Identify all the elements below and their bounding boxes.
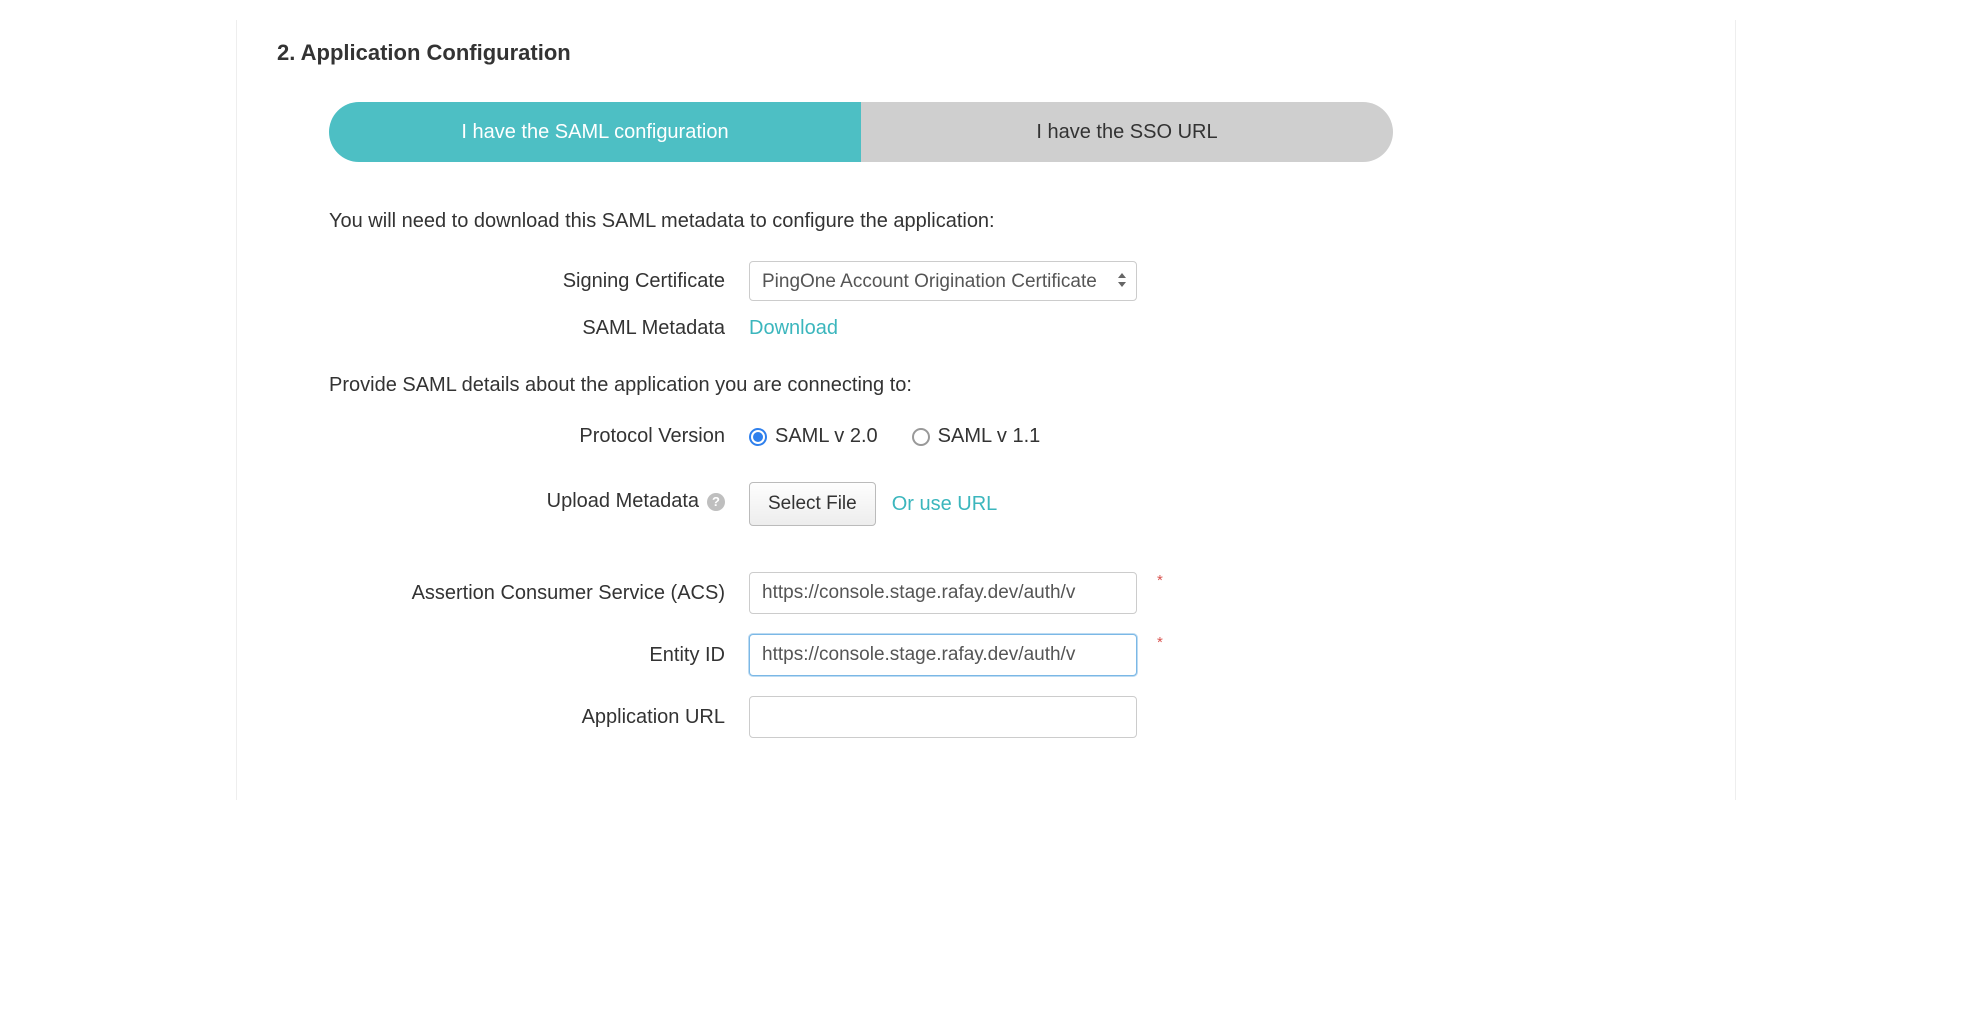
label-signing-certificate: Signing Certificate xyxy=(329,270,749,293)
radio-label-saml-v11: SAML v 1.1 xyxy=(938,425,1041,448)
label-protocol-version: Protocol Version xyxy=(329,425,749,448)
row-acs: Assertion Consumer Service (ACS) * xyxy=(329,572,1695,614)
radio-icon-unchecked xyxy=(912,428,930,446)
or-use-url-link[interactable]: Or use URL xyxy=(892,493,998,516)
label-entity-id: Entity ID xyxy=(329,644,749,667)
radio-saml-v11[interactable]: SAML v 1.1 xyxy=(912,425,1041,448)
row-upload-metadata: Upload Metadata ? Select File Or use URL xyxy=(329,482,1695,526)
entity-id-input[interactable] xyxy=(749,634,1137,676)
label-application-url: Application URL xyxy=(329,706,749,729)
tab-sso-url[interactable]: I have the SSO URL xyxy=(861,102,1393,162)
row-entity-id: Entity ID * xyxy=(329,634,1695,676)
row-application-url: Application URL xyxy=(329,696,1695,738)
acs-input[interactable] xyxy=(749,572,1137,614)
label-acs: Assertion Consumer Service (ACS) xyxy=(329,582,749,605)
download-link[interactable]: Download xyxy=(749,317,838,340)
label-saml-metadata: SAML Metadata xyxy=(329,317,749,340)
config-mode-tabs: I have the SAML configuration I have the… xyxy=(329,102,1695,162)
radio-label-saml-v2: SAML v 2.0 xyxy=(775,425,878,448)
required-marker: * xyxy=(1157,634,1163,651)
instruction-provide-details: Provide SAML details about the applicati… xyxy=(329,374,1695,397)
label-upload-metadata: Upload Metadata xyxy=(547,490,699,513)
select-signing-certificate[interactable]: PingOne Account Origination Certificate xyxy=(749,261,1137,301)
row-saml-metadata: SAML Metadata Download xyxy=(329,317,1695,340)
help-icon[interactable]: ? xyxy=(707,493,725,511)
row-signing-certificate: Signing Certificate PingOne Account Orig… xyxy=(329,261,1695,301)
instruction-download-metadata: You will need to download this SAML meta… xyxy=(329,210,1695,233)
radio-icon-checked xyxy=(749,428,767,446)
select-file-button[interactable]: Select File xyxy=(749,482,876,526)
radio-saml-v2[interactable]: SAML v 2.0 xyxy=(749,425,878,448)
row-protocol-version: Protocol Version SAML v 2.0 SAML v 1.1 xyxy=(329,425,1695,448)
required-marker: * xyxy=(1157,572,1163,589)
section-heading: 2. Application Configuration xyxy=(277,40,1695,66)
tab-saml-config[interactable]: I have the SAML configuration xyxy=(329,102,861,162)
application-url-input[interactable] xyxy=(749,696,1137,738)
